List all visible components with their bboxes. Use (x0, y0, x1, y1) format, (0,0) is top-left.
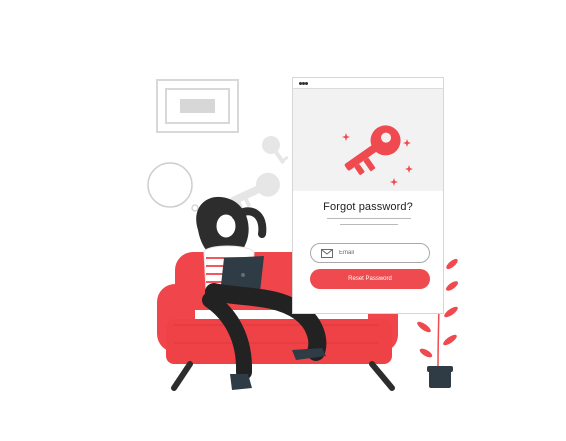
title-divider (327, 218, 411, 225)
key-hero (293, 89, 443, 191)
key-icon (342, 125, 413, 186)
wall-frame (156, 79, 239, 133)
divider-line (327, 218, 411, 219)
reset-password-button[interactable]: Reset Password (310, 269, 430, 289)
email-field[interactable] (310, 243, 430, 263)
divider-line (340, 224, 398, 225)
window-titlebar (293, 78, 443, 89)
forgot-password-card: Forgot password? Reset Password (292, 77, 444, 314)
email-input[interactable] (339, 250, 419, 256)
illustration (0, 0, 566, 441)
background-shadow (0, 0, 566, 441)
window-dots-icon (299, 81, 308, 85)
page-title: Forgot password? (323, 201, 413, 213)
mail-icon (321, 248, 333, 258)
